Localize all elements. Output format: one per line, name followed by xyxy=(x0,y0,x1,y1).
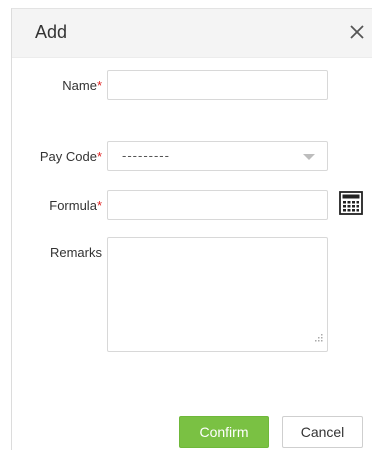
close-icon[interactable] xyxy=(346,21,368,43)
dialog-title: Add xyxy=(35,22,68,42)
formula-label: Formula* xyxy=(49,198,102,213)
dialog-header: Add xyxy=(12,9,372,58)
pay-code-required-mark: * xyxy=(96,149,102,164)
formula-input[interactable] xyxy=(107,190,328,220)
chevron-down-icon xyxy=(303,154,315,160)
add-dialog: Add Name* Pay Code* --------- Formula* R… xyxy=(11,8,372,450)
confirm-button[interactable]: Confirm xyxy=(179,416,269,448)
name-required-mark: * xyxy=(96,78,102,93)
remarks-textarea[interactable] xyxy=(107,237,328,352)
pay-code-select[interactable]: --------- xyxy=(107,141,328,171)
formula-required-mark: * xyxy=(96,198,102,213)
cancel-button[interactable]: Cancel xyxy=(282,416,363,448)
name-label: Name* xyxy=(62,78,102,93)
pay-code-selected-value: --------- xyxy=(122,148,170,163)
pay-code-label: Pay Code* xyxy=(39,149,102,164)
remarks-label: Remarks xyxy=(49,245,102,260)
name-input[interactable] xyxy=(107,70,328,100)
resize-grip-icon[interactable] xyxy=(315,329,323,347)
calculator-icon[interactable] xyxy=(339,191,363,215)
